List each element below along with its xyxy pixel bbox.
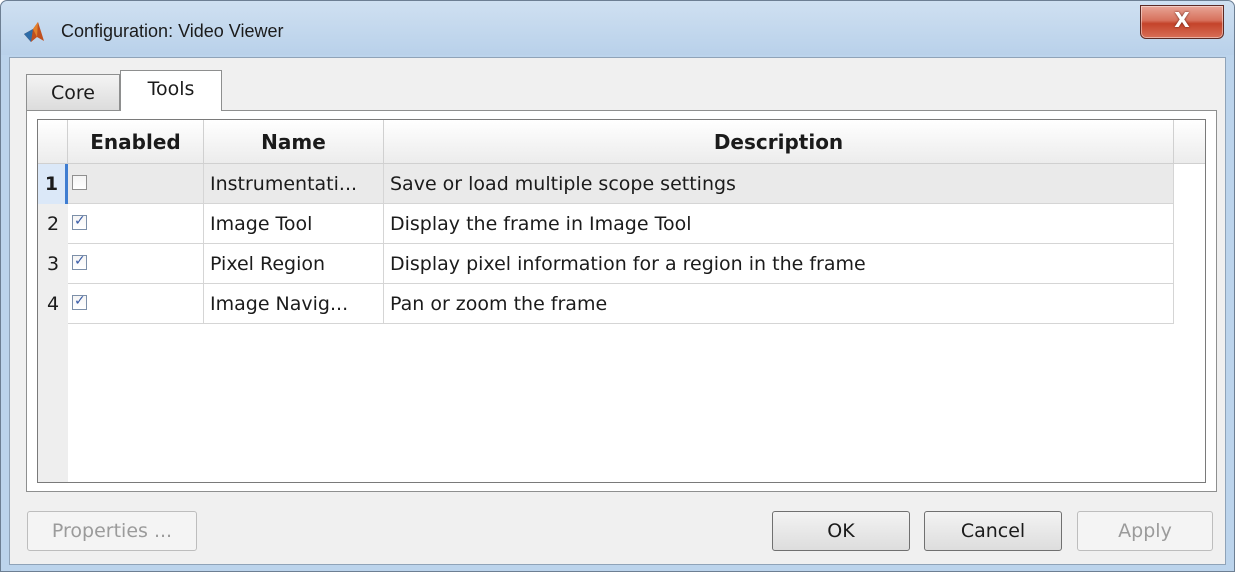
config-dialog: Configuration: Video Viewer X Core Tools… — [0, 0, 1235, 572]
enabled-cell[interactable]: ✓ — [68, 204, 204, 244]
title-bar[interactable]: Configuration: Video Viewer X — [1, 1, 1234, 55]
description-cell[interactable]: Display the frame in Image Tool — [384, 204, 1174, 244]
enabled-checkbox[interactable]: ✓ — [72, 213, 87, 230]
tab-tools[interactable]: Tools — [120, 70, 222, 111]
column-header-description[interactable]: Description — [384, 120, 1174, 164]
tools-panel: Enabled Name Description 1 Instrumentati… — [26, 110, 1217, 492]
matlab-icon — [24, 22, 44, 42]
name-cell[interactable]: Instrumentati... — [204, 164, 384, 204]
enabled-checkbox[interactable] — [72, 175, 87, 190]
name-cell[interactable]: Pixel Region — [204, 244, 384, 284]
column-header-filler — [1174, 120, 1205, 164]
name-cell[interactable]: Image Tool — [204, 204, 384, 244]
window-title: Configuration: Video Viewer — [61, 21, 284, 41]
close-button[interactable]: X — [1140, 5, 1224, 39]
description-cell[interactable]: Save or load multiple scope settings — [384, 164, 1174, 204]
properties-button[interactable]: Properties ... — [27, 511, 197, 551]
column-header-enabled[interactable]: Enabled — [68, 120, 204, 164]
enabled-cell[interactable]: ✓ — [68, 284, 204, 324]
check-icon: ✓ — [74, 253, 86, 269]
close-icon: X — [1174, 8, 1190, 32]
ok-button[interactable]: OK — [772, 511, 910, 551]
check-icon: ✓ — [74, 213, 86, 229]
description-cell[interactable]: Pan or zoom the frame — [384, 284, 1174, 324]
row-number[interactable]: 3 — [38, 244, 68, 284]
description-cell[interactable]: Display pixel information for a region i… — [384, 244, 1174, 284]
corner-header — [38, 120, 68, 164]
name-cell[interactable]: Image Navig... — [204, 284, 384, 324]
apply-button[interactable]: Apply — [1077, 511, 1213, 551]
enabled-checkbox[interactable]: ✓ — [72, 253, 87, 270]
column-header-name[interactable]: Name — [204, 120, 384, 164]
enabled-cell[interactable]: ✓ — [68, 244, 204, 284]
row-number[interactable]: 2 — [38, 204, 68, 244]
dialog-body: Core Tools Enabled Name Description 1 In… — [9, 57, 1226, 565]
tools-table[interactable]: Enabled Name Description 1 Instrumentati… — [37, 119, 1206, 483]
enabled-checkbox[interactable]: ✓ — [72, 293, 87, 310]
row-number[interactable]: 4 — [38, 284, 68, 324]
enabled-cell[interactable] — [68, 164, 204, 204]
tab-core[interactable]: Core — [26, 74, 120, 110]
row-number[interactable]: 1 — [38, 164, 68, 204]
check-icon: ✓ — [74, 293, 86, 309]
cancel-button[interactable]: Cancel — [924, 511, 1062, 551]
